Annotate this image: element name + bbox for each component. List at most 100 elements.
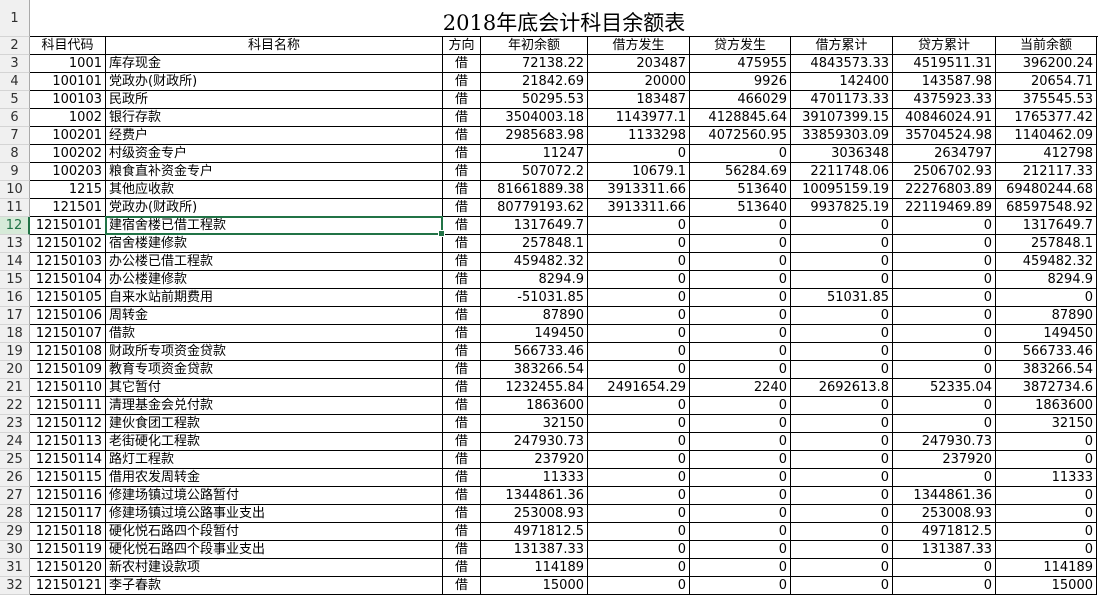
table-cell[interactable]: 0 bbox=[588, 289, 690, 307]
table-cell[interactable]: 50295.53 bbox=[481, 91, 588, 109]
table-cell[interactable]: 87890 bbox=[996, 307, 1097, 325]
table-cell[interactable]: 0 bbox=[690, 469, 791, 487]
row-header-20[interactable]: 20 bbox=[0, 361, 30, 379]
table-cell[interactable]: 253008.93 bbox=[893, 505, 996, 523]
table-cell[interactable]: 借 bbox=[443, 127, 481, 145]
table-cell[interactable]: 100103 bbox=[30, 91, 106, 109]
row-header-8[interactable]: 8 bbox=[0, 145, 30, 163]
table-cell[interactable]: 0 bbox=[690, 541, 791, 559]
table-cell[interactable]: 0 bbox=[588, 235, 690, 253]
table-cell[interactable]: 12150103 bbox=[30, 253, 106, 271]
table-cell[interactable]: 4519511.31 bbox=[893, 55, 996, 73]
table-cell[interactable]: 0 bbox=[588, 325, 690, 343]
table-cell[interactable]: 32150 bbox=[996, 415, 1097, 433]
table-cell[interactable]: 375545.53 bbox=[996, 91, 1097, 109]
table-cell[interactable]: 100203 bbox=[30, 163, 106, 181]
table-cell[interactable]: 131387.33 bbox=[893, 541, 996, 559]
column-header-cell[interactable]: 贷方发生 bbox=[690, 37, 791, 55]
table-cell[interactable]: 自来水站前期费用 bbox=[106, 289, 443, 307]
table-cell[interactable]: 村级资金专户 bbox=[106, 145, 443, 163]
row-header-16[interactable]: 16 bbox=[0, 289, 30, 307]
row-header-9[interactable]: 9 bbox=[0, 163, 30, 181]
table-cell[interactable]: 2506702.93 bbox=[893, 163, 996, 181]
row-header-1[interactable]: 1 bbox=[0, 0, 30, 37]
table-cell[interactable]: 80779193.62 bbox=[481, 199, 588, 217]
table-cell[interactable]: 12150116 bbox=[30, 487, 106, 505]
row-header-3[interactable]: 3 bbox=[0, 55, 30, 73]
table-cell[interactable]: 383266.54 bbox=[481, 361, 588, 379]
table-cell[interactable]: 1863600 bbox=[481, 397, 588, 415]
table-cell[interactable]: 借 bbox=[443, 235, 481, 253]
table-cell[interactable]: 0 bbox=[791, 469, 893, 487]
table-cell[interactable]: 1344861.36 bbox=[481, 487, 588, 505]
table-cell[interactable]: 0 bbox=[893, 307, 996, 325]
table-cell[interactable]: 475955 bbox=[690, 55, 791, 73]
table-cell[interactable]: 20000 bbox=[588, 73, 690, 91]
table-cell[interactable]: 0 bbox=[690, 343, 791, 361]
table-cell[interactable]: 0 bbox=[996, 487, 1097, 505]
table-cell[interactable]: 0 bbox=[588, 145, 690, 163]
table-cell[interactable]: 库存现金 bbox=[106, 55, 443, 73]
table-cell[interactable]: 0 bbox=[893, 559, 996, 577]
table-cell[interactable]: 15000 bbox=[481, 577, 588, 595]
table-cell[interactable]: 0 bbox=[893, 577, 996, 595]
table-cell[interactable]: 257848.1 bbox=[996, 235, 1097, 253]
table-cell[interactable]: 21842.69 bbox=[481, 73, 588, 91]
table-cell[interactable]: 0 bbox=[690, 523, 791, 541]
table-cell[interactable]: 183487 bbox=[588, 91, 690, 109]
column-header-cell[interactable]: 年初余额 bbox=[481, 37, 588, 55]
table-cell[interactable]: 借 bbox=[443, 577, 481, 595]
table-cell[interactable]: 114189 bbox=[481, 559, 588, 577]
table-cell[interactable]: 借 bbox=[443, 487, 481, 505]
table-cell[interactable]: 0 bbox=[791, 271, 893, 289]
row-header-4[interactable]: 4 bbox=[0, 73, 30, 91]
table-cell[interactable]: 35704524.98 bbox=[893, 127, 996, 145]
column-header-cell[interactable]: 借方累计 bbox=[791, 37, 893, 55]
row-header-5[interactable]: 5 bbox=[0, 91, 30, 109]
table-cell[interactable]: 0 bbox=[690, 289, 791, 307]
table-cell[interactable]: 0 bbox=[791, 541, 893, 559]
table-cell[interactable]: 0 bbox=[791, 559, 893, 577]
table-cell[interactable]: 2634797 bbox=[893, 145, 996, 163]
table-cell[interactable]: 借 bbox=[443, 199, 481, 217]
table-cell[interactable]: 149450 bbox=[481, 325, 588, 343]
table-cell[interactable]: 12150119 bbox=[30, 541, 106, 559]
row-header-11[interactable]: 11 bbox=[0, 199, 30, 217]
table-cell[interactable]: 1215 bbox=[30, 181, 106, 199]
table-cell[interactable]: 12150110 bbox=[30, 379, 106, 397]
row-header-14[interactable]: 14 bbox=[0, 253, 30, 271]
table-cell[interactable]: 33859303.09 bbox=[791, 127, 893, 145]
table-cell[interactable]: 借 bbox=[443, 55, 481, 73]
table-cell[interactable]: 2692613.8 bbox=[791, 379, 893, 397]
row-header-10[interactable]: 10 bbox=[0, 181, 30, 199]
table-cell[interactable]: 借 bbox=[443, 469, 481, 487]
table-cell[interactable]: 72138.22 bbox=[481, 55, 588, 73]
table-cell[interactable]: 0 bbox=[690, 559, 791, 577]
table-cell[interactable]: 22119469.89 bbox=[893, 199, 996, 217]
table-cell[interactable]: 121501 bbox=[30, 199, 106, 217]
table-cell[interactable]: 11247 bbox=[481, 145, 588, 163]
table-cell[interactable]: 银行存款 bbox=[106, 109, 443, 127]
table-cell[interactable]: 12150104 bbox=[30, 271, 106, 289]
table-cell[interactable]: 12150101 bbox=[30, 217, 106, 235]
table-cell[interactable]: 11333 bbox=[481, 469, 588, 487]
table-cell[interactable]: 257848.1 bbox=[481, 235, 588, 253]
column-header-cell[interactable]: 科目名称 bbox=[106, 37, 443, 55]
table-cell[interactable]: 0 bbox=[996, 451, 1097, 469]
table-cell[interactable]: 81661889.38 bbox=[481, 181, 588, 199]
table-cell[interactable]: 0 bbox=[791, 361, 893, 379]
table-cell[interactable]: 0 bbox=[893, 361, 996, 379]
table-cell[interactable]: 1765377.42 bbox=[996, 109, 1097, 127]
table-cell[interactable]: 0 bbox=[588, 415, 690, 433]
table-cell[interactable]: 10679.1 bbox=[588, 163, 690, 181]
table-cell[interactable]: 8294.9 bbox=[481, 271, 588, 289]
table-cell[interactable]: 其他应收款 bbox=[106, 181, 443, 199]
table-cell[interactable]: 12150120 bbox=[30, 559, 106, 577]
table-cell[interactable]: 513640 bbox=[690, 181, 791, 199]
table-cell[interactable]: 借 bbox=[443, 379, 481, 397]
row-header-24[interactable]: 24 bbox=[0, 433, 30, 451]
table-cell[interactable]: 借 bbox=[443, 361, 481, 379]
table-cell[interactable]: 1317649.7 bbox=[481, 217, 588, 235]
table-cell[interactable]: 0 bbox=[588, 541, 690, 559]
table-cell[interactable]: 12150117 bbox=[30, 505, 106, 523]
